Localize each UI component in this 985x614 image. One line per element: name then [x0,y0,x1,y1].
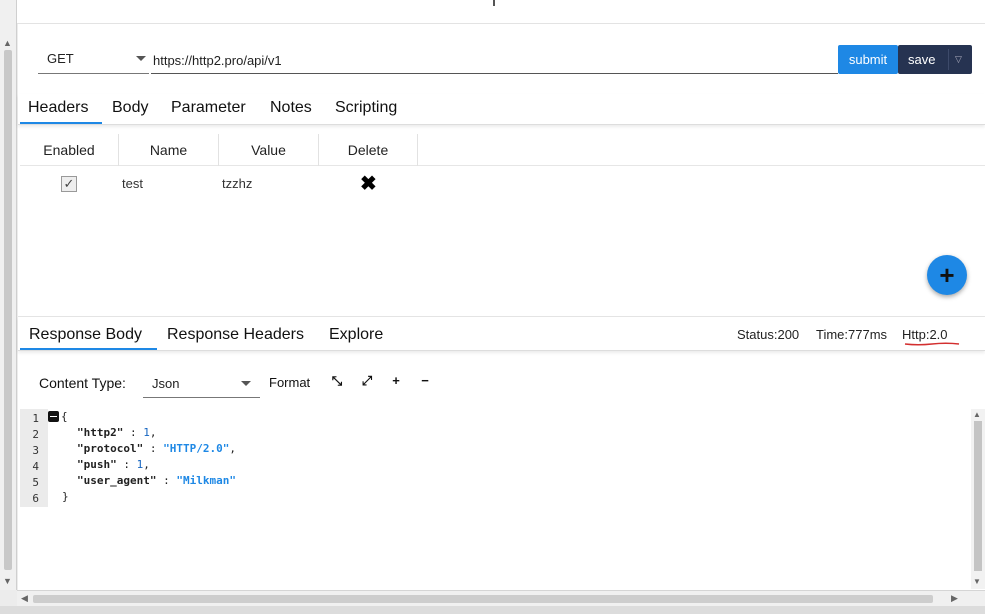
red-annotation-underline [904,342,960,346]
line-number: 1 [32,412,39,425]
json-key: "user_agent" [77,474,157,487]
dropdown-caret-icon [241,381,251,386]
json-value: 1 [143,426,150,439]
response-panel: Response Body Response Headers Explore S… [18,316,985,590]
scroll-down-arrow-icon[interactable]: ▼ [973,577,981,586]
json-value: 1 [136,458,144,471]
collapse-icon[interactable]: ⤡ [329,373,345,389]
headers-table-header: Enabled Name Value Delete [20,134,985,166]
scroll-up-arrow-icon[interactable]: ▲ [3,38,12,48]
tab-explore[interactable]: Explore [329,326,383,344]
code-line: "user_agent" : "Milkman" [77,474,236,487]
response-tabs: Response Body Response Headers Explore S… [18,317,985,351]
response-time: Time:777ms [816,327,888,342]
json-key: "http2" [77,426,124,439]
line-number: 2 [32,428,39,441]
scroll-up-arrow-icon[interactable]: ▲ [973,410,981,419]
open-brace: { [61,410,68,423]
code-line: "push" : 1, [77,458,150,471]
line-number: 4 [32,460,39,473]
http-version: Http:2.0 [902,327,948,342]
enabled-checkbox[interactable]: ✓ [61,176,77,192]
column-header-delete: Delete [319,134,418,166]
tab-parameter[interactable]: Parameter [171,99,246,117]
submit-button[interactable]: submit [838,45,898,74]
tab-response-headers[interactable]: Response Headers [167,326,304,344]
column-header-name: Name [119,134,219,166]
expand-icon[interactable]: ⤢ [359,373,375,389]
content-type-select[interactable]: Json [143,370,260,398]
json-key: "push" [77,458,117,471]
response-vertical-scrollbar[interactable]: ▲ ▼ [971,409,985,589]
tab-notes[interactable]: Notes [270,99,312,117]
plus-icon: + [939,260,955,290]
outer-vertical-scrollbar[interactable]: ▲ ▼ [0,0,17,590]
scrollbar-thumb[interactable] [974,421,982,571]
scroll-left-arrow-icon[interactable]: ◀ [21,593,28,604]
scrollbar-thumb[interactable] [4,50,12,570]
tab-body[interactable]: Body [112,99,148,117]
code-line: "protocol" : "HTTP/2.0", [77,442,236,455]
minus-icon[interactable]: − [417,373,433,389]
method-value: GET [47,51,74,66]
close-brace: } [62,490,69,503]
table-row: ✓ test tzzhz ✖ [20,170,985,198]
active-tab-indicator [20,348,157,350]
request-panel: GET submit save ▽ Headers Body Parameter… [18,24,985,316]
method-select[interactable]: GET [38,45,149,74]
horizontal-scrollbar[interactable]: ◀ ▶ [17,590,985,606]
json-key: "protocol" [77,442,144,455]
scrollbar-thumb[interactable] [33,595,933,603]
code-line: "http2" : 1, [77,426,157,439]
line-number: 3 [32,444,39,457]
add-header-button[interactable]: + [927,255,967,295]
save-label: save [908,52,936,67]
code-line: { [61,410,68,423]
content-type-value: Json [152,376,180,391]
line-number-gutter: 1 2 3 4 5 6 [20,409,48,507]
request-url-row: GET submit save ▽ [38,45,972,75]
format-button[interactable]: Format [269,375,310,390]
header-name-cell[interactable]: test [122,176,143,191]
status-code: Status:200 [737,327,800,342]
scroll-down-arrow-icon[interactable]: ▼ [3,576,12,586]
window-bottom-edge [0,606,985,614]
column-header-enabled: Enabled [20,134,119,166]
divider [948,49,949,70]
tab-scripting[interactable]: Scripting [335,99,397,117]
active-tab-indicator [20,122,102,124]
line-number: 5 [32,476,39,489]
divider [493,0,495,6]
header-value-cell[interactable]: tzzhz [222,176,252,191]
save-button[interactable]: save ▽ [898,45,972,74]
tab-headers[interactable]: Headers [28,99,88,117]
code-line: } [62,490,69,503]
delete-icon[interactable]: ✖ [360,171,377,196]
scroll-right-arrow-icon[interactable]: ▶ [951,593,958,604]
url-input[interactable] [151,45,838,74]
plus-icon[interactable]: + [388,373,404,389]
column-header-value: Value [219,134,319,166]
json-value: "Milkman" [176,474,236,487]
chevron-down-icon[interactable]: ▽ [955,45,962,74]
request-tabs: Headers Body Parameter Notes Scripting [18,94,985,125]
tab-response-body[interactable]: Response Body [29,326,142,344]
line-number: 6 [32,492,39,505]
content-type-label: Content Type: [39,375,126,391]
dropdown-caret-icon [136,56,146,61]
fold-toggle-icon[interactable] [48,411,59,422]
json-value: "HTTP/2.0" [163,442,230,455]
top-strip [17,0,985,24]
app-window: ▲ ▼ GET submit save ▽ Headers Body Param… [0,0,985,614]
